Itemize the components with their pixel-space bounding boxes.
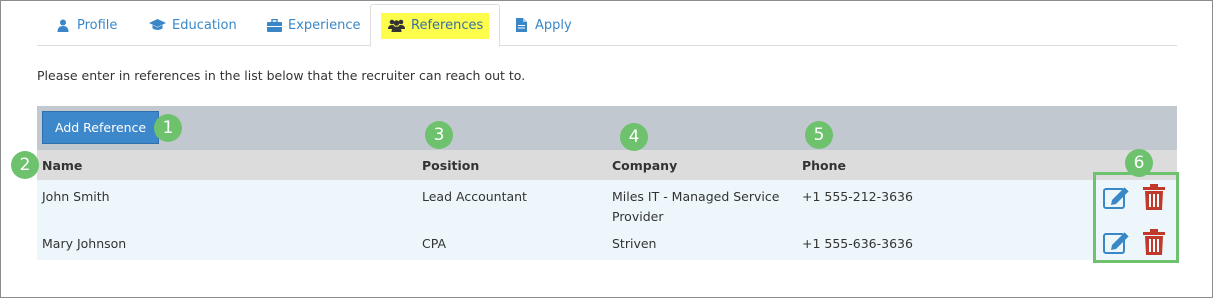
cell-name: John Smith xyxy=(42,189,110,204)
users-icon xyxy=(387,18,405,34)
cell-name: Mary Johnson xyxy=(42,236,127,251)
tab-apply[interactable]: Apply xyxy=(513,4,572,46)
callout-badge: 2 xyxy=(11,151,39,179)
column-header-position[interactable]: Position xyxy=(422,158,479,173)
table-row: John Smith Lead Accountant Miles IT - Ma… xyxy=(37,180,1177,227)
add-reference-button[interactable]: Add Reference xyxy=(42,111,160,144)
tab-label: Apply xyxy=(535,17,572,33)
tab-label: Education xyxy=(172,17,237,33)
actions-highlight-box xyxy=(1093,172,1179,263)
callout-badge: 4 xyxy=(620,123,648,151)
tab-education[interactable]: Education xyxy=(148,4,237,46)
table-row: Mary Johnson CPA Striven +1 555-636-3636 xyxy=(37,227,1177,260)
table-header: Name Position Company Phone xyxy=(37,150,1177,180)
briefcase-icon xyxy=(266,17,282,33)
callout-badge: 1 xyxy=(154,114,182,142)
cell-company: Miles IT - Managed Service Provider xyxy=(612,189,780,224)
tab-highlight: References xyxy=(381,12,490,39)
intro-text: Please enter in references in the list b… xyxy=(37,68,526,83)
tab-profile[interactable]: Profile xyxy=(55,4,117,46)
table-toolbar: Add Reference xyxy=(37,106,1177,150)
cell-position: Lead Accountant xyxy=(422,189,527,204)
user-icon xyxy=(55,17,71,33)
callout-badge: 6 xyxy=(1125,149,1153,177)
column-header-phone[interactable]: Phone xyxy=(802,158,846,173)
column-header-company[interactable]: Company xyxy=(612,158,792,173)
callout-badge: 5 xyxy=(805,121,833,149)
cell-position: CPA xyxy=(422,236,447,251)
tab-label: Profile xyxy=(77,17,118,33)
column-header-name[interactable]: Name xyxy=(42,158,82,173)
tab-label: References xyxy=(411,18,484,33)
cell-phone: +1 555-636-3636 xyxy=(802,236,913,251)
callout-badge: 3 xyxy=(425,121,453,149)
cell-phone: +1 555-212-3636 xyxy=(802,189,913,204)
tab-experience[interactable]: Experience xyxy=(266,4,361,46)
cell-company: Striven xyxy=(612,236,657,251)
tab-references[interactable]: References xyxy=(370,4,501,47)
tab-label: Experience xyxy=(288,17,361,33)
graduation-cap-icon xyxy=(148,17,166,33)
tab-bar: Profile Education Experience References … xyxy=(37,4,1177,47)
document-icon xyxy=(513,17,529,33)
